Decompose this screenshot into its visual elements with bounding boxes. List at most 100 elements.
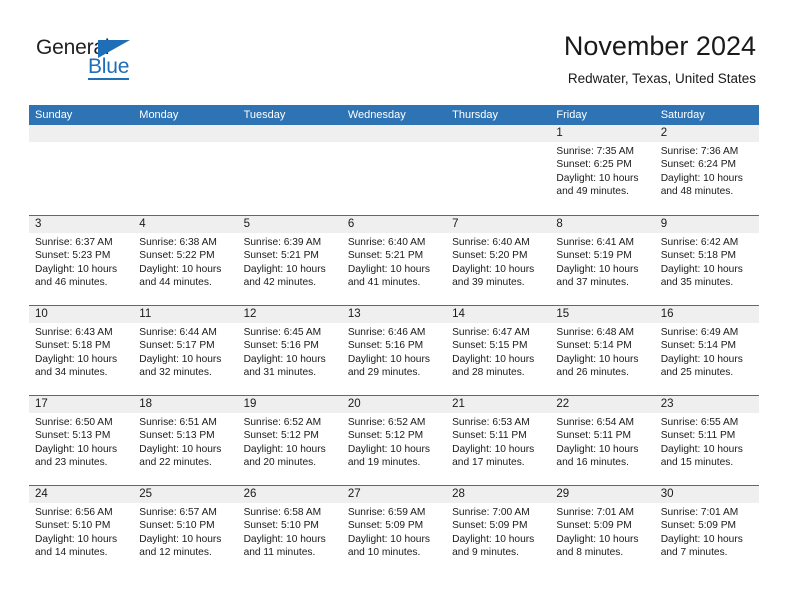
day-cell[interactable]: 17 Sunrise: 6:50 AM Sunset: 5:13 PM Dayl… bbox=[29, 396, 134, 485]
daylight-text-line2: and 35 minutes. bbox=[660, 277, 734, 289]
day-cell[interactable]: 12 Sunrise: 6:45 AM Sunset: 5:16 PM Dayl… bbox=[237, 306, 342, 395]
day-number bbox=[133, 125, 238, 142]
day-info: Sunrise: 7:36 AM Sunset: 6:24 PM Dayligh… bbox=[655, 142, 759, 199]
day-cell[interactable]: 2 Sunrise: 7:36 AM Sunset: 6:24 PM Dayli… bbox=[654, 125, 759, 215]
title-block: November 2024 Redwater, Texas, United St… bbox=[564, 30, 756, 89]
day-cell[interactable] bbox=[133, 125, 238, 215]
sunrise-text: Sunrise: 6:44 AM bbox=[139, 327, 217, 338]
sunset-text: Sunset: 5:16 PM bbox=[243, 340, 319, 352]
daylight-text-line1: Daylight: 10 hours bbox=[660, 443, 743, 455]
day-info: Sunrise: 6:42 AM Sunset: 5:18 PM Dayligh… bbox=[655, 233, 759, 290]
day-cell[interactable]: 30 Sunrise: 7:01 AM Sunset: 5:09 PM Dayl… bbox=[654, 486, 759, 575]
day-number: 27 bbox=[341, 486, 447, 503]
sunrise-text: Sunrise: 6:52 AM bbox=[347, 417, 426, 428]
day-cell[interactable]: 5 Sunrise: 6:39 AM Sunset: 5:21 PM Dayli… bbox=[237, 216, 342, 305]
sunset-text: Sunset: 5:16 PM bbox=[347, 340, 424, 352]
day-cell[interactable]: 10 Sunrise: 6:43 AM Sunset: 5:18 PM Dayl… bbox=[29, 306, 134, 395]
week-row: 3 Sunrise: 6:37 AM Sunset: 5:23 PM Dayli… bbox=[29, 215, 759, 305]
page-header: General Blue November 2024 Redwater, Tex… bbox=[0, 0, 792, 104]
day-cell[interactable]: 3 Sunrise: 6:37 AM Sunset: 5:23 PM Dayli… bbox=[29, 216, 134, 305]
calendar-grid: Sunday Monday Tuesday Wednesday Thursday… bbox=[29, 105, 759, 575]
weekday-header-sunday: Sunday bbox=[35, 109, 73, 121]
day-number: 21 bbox=[446, 396, 551, 413]
day-cell[interactable]: 18 Sunrise: 6:51 AM Sunset: 5:13 PM Dayl… bbox=[133, 396, 238, 485]
day-cell[interactable]: 28 Sunrise: 7:00 AM Sunset: 5:09 PM Dayl… bbox=[446, 486, 551, 575]
day-number: 16 bbox=[654, 306, 759, 323]
day-info: Sunrise: 6:38 AM Sunset: 5:22 PM Dayligh… bbox=[133, 233, 237, 290]
day-cell[interactable]: 24 Sunrise: 6:56 AM Sunset: 5:10 PM Dayl… bbox=[29, 486, 134, 575]
day-info: Sunrise: 7:01 AM Sunset: 5:09 PM Dayligh… bbox=[550, 503, 654, 560]
day-info: Sunrise: 6:58 AM Sunset: 5:10 PM Dayligh… bbox=[238, 503, 342, 560]
daylight-text-line2: and 16 minutes. bbox=[556, 457, 629, 469]
day-cell[interactable]: 9 Sunrise: 6:42 AM Sunset: 5:18 PM Dayli… bbox=[654, 216, 759, 305]
day-info: Sunrise: 6:41 AM Sunset: 5:19 PM Dayligh… bbox=[550, 233, 654, 290]
day-number: 24 bbox=[29, 486, 134, 503]
day-cell[interactable]: 22 Sunrise: 6:54 AM Sunset: 5:11 PM Dayl… bbox=[550, 396, 655, 485]
day-info: Sunrise: 6:52 AM Sunset: 5:12 PM Dayligh… bbox=[238, 413, 342, 470]
day-info: Sunrise: 7:01 AM Sunset: 5:09 PM Dayligh… bbox=[655, 503, 759, 560]
day-number: 30 bbox=[654, 486, 759, 503]
sunrise-text: Sunrise: 6:37 AM bbox=[35, 237, 113, 248]
day-info: Sunrise: 6:44 AM Sunset: 5:17 PM Dayligh… bbox=[133, 323, 237, 380]
day-cell[interactable]: 13 Sunrise: 6:46 AM Sunset: 5:16 PM Dayl… bbox=[341, 306, 447, 395]
sunset-text: Sunset: 5:09 PM bbox=[556, 520, 632, 532]
day-cell[interactable]: 11 Sunrise: 6:44 AM Sunset: 5:17 PM Dayl… bbox=[133, 306, 238, 395]
day-number bbox=[29, 125, 134, 142]
sunrise-text: Sunrise: 6:55 AM bbox=[660, 417, 739, 428]
daylight-text-line2: and 15 minutes. bbox=[660, 457, 734, 469]
week-row: 10 Sunrise: 6:43 AM Sunset: 5:18 PM Dayl… bbox=[29, 305, 759, 395]
day-cell[interactable]: 14 Sunrise: 6:47 AM Sunset: 5:15 PM Dayl… bbox=[446, 306, 551, 395]
day-cell[interactable] bbox=[341, 125, 447, 215]
day-cell[interactable]: 21 Sunrise: 6:53 AM Sunset: 5:11 PM Dayl… bbox=[446, 396, 551, 485]
day-number bbox=[341, 125, 447, 142]
daylight-text-line1: Daylight: 10 hours bbox=[35, 443, 118, 455]
sunset-text: Sunset: 5:21 PM bbox=[243, 250, 319, 262]
daylight-text-line1: Daylight: 10 hours bbox=[347, 443, 430, 455]
day-cell[interactable]: 26 Sunrise: 6:58 AM Sunset: 5:10 PM Dayl… bbox=[237, 486, 342, 575]
day-number: 22 bbox=[550, 396, 655, 413]
day-cell[interactable]: 20 Sunrise: 6:52 AM Sunset: 5:12 PM Dayl… bbox=[341, 396, 447, 485]
day-cell[interactable]: 1 Sunrise: 7:35 AM Sunset: 6:25 PM Dayli… bbox=[550, 125, 655, 215]
day-cell[interactable] bbox=[29, 125, 134, 215]
sunrise-text: Sunrise: 6:56 AM bbox=[35, 507, 113, 518]
day-cell[interactable]: 29 Sunrise: 7:01 AM Sunset: 5:09 PM Dayl… bbox=[550, 486, 655, 575]
daylight-text-line2: and 29 minutes. bbox=[347, 367, 421, 379]
day-cell[interactable] bbox=[237, 125, 342, 215]
day-number: 6 bbox=[341, 216, 447, 233]
day-number: 17 bbox=[29, 396, 134, 413]
day-cell[interactable] bbox=[446, 125, 551, 215]
day-cell[interactable]: 8 Sunrise: 6:41 AM Sunset: 5:19 PM Dayli… bbox=[550, 216, 655, 305]
day-cell[interactable]: 25 Sunrise: 6:57 AM Sunset: 5:10 PM Dayl… bbox=[133, 486, 238, 575]
day-info bbox=[133, 142, 237, 145]
day-number: 4 bbox=[133, 216, 238, 233]
day-cell[interactable]: 16 Sunrise: 6:49 AM Sunset: 5:14 PM Dayl… bbox=[654, 306, 759, 395]
sunrise-text: Sunrise: 6:51 AM bbox=[139, 417, 217, 428]
day-number: 11 bbox=[133, 306, 238, 323]
day-cell[interactable]: 7 Sunrise: 6:40 AM Sunset: 5:20 PM Dayli… bbox=[446, 216, 551, 305]
sunset-text: Sunset: 5:09 PM bbox=[452, 520, 528, 532]
day-number: 5 bbox=[237, 216, 342, 233]
sunset-text: Sunset: 5:13 PM bbox=[139, 430, 215, 442]
day-cell[interactable]: 6 Sunrise: 6:40 AM Sunset: 5:21 PM Dayli… bbox=[341, 216, 447, 305]
sunrise-text: Sunrise: 6:48 AM bbox=[556, 327, 634, 338]
daylight-text-line1: Daylight: 10 hours bbox=[660, 353, 743, 365]
daylight-text-line1: Daylight: 10 hours bbox=[35, 353, 118, 365]
daylight-text-line1: Daylight: 10 hours bbox=[452, 533, 535, 545]
page-title: November 2024 bbox=[563, 31, 756, 61]
day-info: Sunrise: 6:40 AM Sunset: 5:20 PM Dayligh… bbox=[446, 233, 550, 290]
daylight-text-line1: Daylight: 10 hours bbox=[660, 533, 743, 545]
sunset-text: Sunset: 5:14 PM bbox=[660, 340, 737, 352]
sunrise-text: Sunrise: 7:36 AM bbox=[660, 146, 739, 157]
day-cell[interactable]: 27 Sunrise: 6:59 AM Sunset: 5:09 PM Dayl… bbox=[341, 486, 447, 575]
calendar-page: General Blue November 2024 Redwater, Tex… bbox=[0, 0, 792, 612]
day-cell[interactable]: 19 Sunrise: 6:52 AM Sunset: 5:12 PM Dayl… bbox=[237, 396, 342, 485]
daylight-text-line2: and 44 minutes. bbox=[139, 277, 212, 289]
daylight-text-line1: Daylight: 10 hours bbox=[243, 533, 326, 545]
day-number bbox=[446, 125, 551, 142]
day-cell[interactable]: 23 Sunrise: 6:55 AM Sunset: 5:11 PM Dayl… bbox=[654, 396, 759, 485]
day-cell[interactable]: 15 Sunrise: 6:48 AM Sunset: 5:14 PM Dayl… bbox=[550, 306, 655, 395]
sunrise-text: Sunrise: 6:40 AM bbox=[347, 237, 426, 248]
day-number: 3 bbox=[29, 216, 134, 233]
day-cell[interactable]: 4 Sunrise: 6:38 AM Sunset: 5:22 PM Dayli… bbox=[133, 216, 238, 305]
day-info: Sunrise: 6:47 AM Sunset: 5:15 PM Dayligh… bbox=[446, 323, 550, 380]
